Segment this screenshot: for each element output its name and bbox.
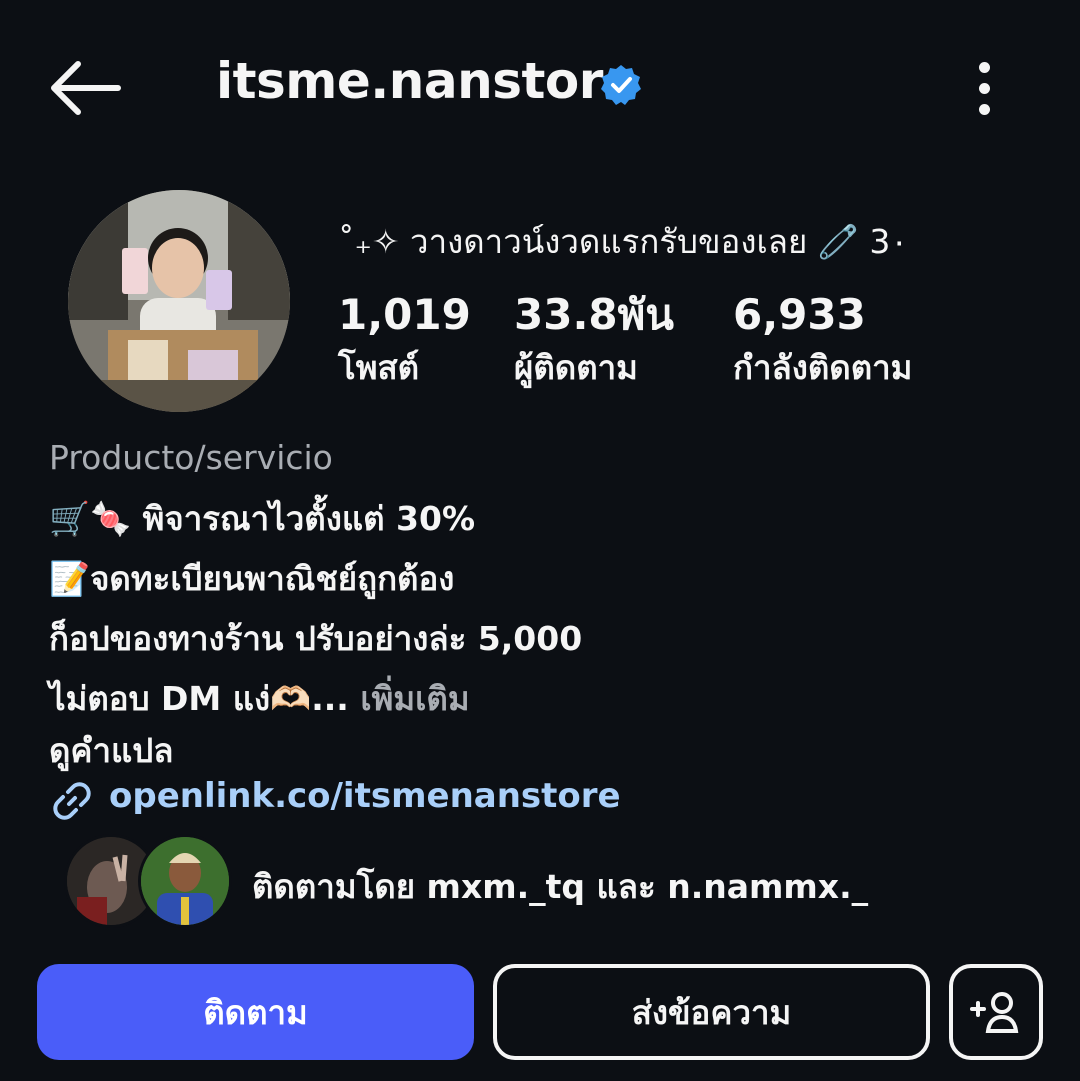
- see-translation-link[interactable]: ดูคำแปล: [49, 724, 173, 777]
- verified-badge-icon: [601, 65, 641, 105]
- follow-button[interactable]: ติดตาม: [37, 964, 474, 1060]
- bio-line: 📝จดทะเบียนพาณิชย์ถูกต้อง: [49, 559, 455, 598]
- display-name: ˚₊✧ วางดาวน์งวดแรกรับของเลย 🧷 3٠: [338, 222, 909, 261]
- mutual-follower-avatar[interactable]: [138, 834, 232, 928]
- bio-line: ก็อปของทางร้าน ปรับอย่างล่ะ 5,000: [49, 619, 583, 658]
- stat-following-label: กำลังติดตาม: [733, 348, 913, 387]
- stat-posts-label: โพสต์: [338, 348, 420, 387]
- more-vertical-icon: [979, 62, 990, 73]
- stat-followers[interactable]: 33.8พัน ผู้ติดตาม: [514, 290, 674, 392]
- message-button-label: ส่งข้อความ: [631, 992, 792, 1032]
- avatar-image: [68, 190, 290, 412]
- bio-line-text: ไม่ตอบ DM แง่🫶🏻...: [49, 679, 349, 718]
- stat-following-value: 6,933: [733, 290, 866, 339]
- bio-line: 🛒🍬 พิจารณาไวตั้งแต่ 30%: [49, 499, 476, 538]
- profile-category: Producto/servicio: [49, 438, 333, 477]
- profile-username: itsme.nanstore: [216, 52, 637, 110]
- follow-button-label: ติดตาม: [203, 992, 308, 1032]
- more-options-button[interactable]: [962, 58, 1008, 120]
- profile-avatar[interactable]: [68, 190, 290, 412]
- mutual-avatar-image: [141, 837, 229, 925]
- add-person-icon: [970, 992, 1019, 1033]
- stat-following[interactable]: 6,933 กำลังติดตาม: [733, 290, 912, 392]
- stat-posts[interactable]: 1,019 โพสต์: [338, 290, 471, 392]
- stat-posts-value: 1,019: [338, 290, 471, 339]
- back-button[interactable]: [44, 58, 124, 118]
- profile-link-text[interactable]: openlink.co/itsmenanstore: [109, 776, 621, 816]
- profile-page: itsme.nanstore ˚₊✧ วางดาวน์งวดแรกรับของเ…: [0, 0, 1080, 1081]
- suggested-accounts-button[interactable]: [949, 964, 1043, 1060]
- followed-by-text[interactable]: ติดตามโดย mxm._tq และ n.nammx._: [252, 860, 868, 913]
- arrow-left-icon: [51, 61, 121, 115]
- stat-followers-value: 33.8พัน: [514, 290, 675, 339]
- bio-line-last: ไม่ตอบ DM แง่🫶🏻... เพิ่มเติม: [49, 672, 470, 725]
- link-icon: [53, 782, 91, 820]
- message-button[interactable]: ส่งข้อความ: [493, 964, 930, 1060]
- more-bio-link[interactable]: เพิ่มเติม: [349, 679, 469, 718]
- stat-followers-label: ผู้ติดตาม: [514, 348, 638, 387]
